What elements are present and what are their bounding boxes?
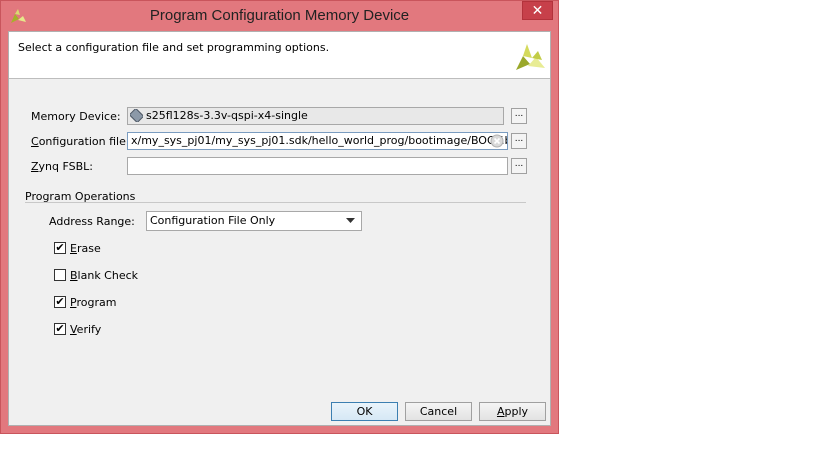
blank-check-label: Blank Check bbox=[70, 269, 139, 282]
triangle-down-icon bbox=[346, 218, 355, 223]
close-button[interactable]: ✕ bbox=[522, 1, 553, 20]
address-range-label: Address Range: bbox=[49, 215, 135, 228]
blank-check-checkbox[interactable] bbox=[54, 269, 66, 281]
dialog-description: Select a configuration file and set prog… bbox=[18, 41, 330, 54]
address-range-select[interactable]: Configuration File Only bbox=[146, 211, 362, 231]
program-label: Program bbox=[70, 296, 117, 309]
apply-button[interactable]: Apply bbox=[479, 402, 546, 421]
zynq-fsbl-browse-button[interactable]: ... bbox=[511, 158, 527, 174]
memory-device-label: Memory Device: bbox=[31, 110, 121, 123]
ok-button[interactable]: OK bbox=[331, 402, 398, 421]
memory-device-browse-button[interactable]: ... bbox=[511, 108, 527, 124]
verify-label: Verify bbox=[70, 323, 102, 336]
memory-device-field: s25fl128s-3.3v-qspi-x4-single bbox=[127, 107, 504, 125]
dialog-header bbox=[9, 32, 550, 79]
clear-circle-icon[interactable] bbox=[490, 134, 504, 148]
section-divider bbox=[25, 202, 526, 203]
erase-label: Erase bbox=[70, 242, 101, 255]
cancel-button[interactable]: Cancel bbox=[405, 402, 472, 421]
chip-icon bbox=[130, 109, 143, 122]
config-file-label: Configuration file: bbox=[31, 135, 130, 148]
erase-checkbox[interactable]: ✔ bbox=[54, 242, 66, 254]
verify-checkbox[interactable]: ✔ bbox=[54, 323, 66, 335]
xilinx-logo-icon bbox=[516, 44, 545, 70]
config-file-input[interactable]: x/my_sys_pj01/my_sys_pj01.sdk/hello_worl… bbox=[127, 132, 508, 150]
program-checkbox[interactable]: ✔ bbox=[54, 296, 66, 308]
title-bar[interactable]: Program Configuration Memory Device ✕ bbox=[0, 0, 559, 31]
address-range-value: Configuration File Only bbox=[150, 214, 276, 227]
zynq-fsbl-input[interactable] bbox=[127, 157, 508, 175]
window-title: Program Configuration Memory Device bbox=[149, 7, 410, 24]
config-file-value: x/my_sys_pj01/my_sys_pj01.sdk/hello_worl… bbox=[131, 134, 508, 147]
zynq-fsbl-label: Zynq FSBL: bbox=[31, 160, 94, 173]
memory-device-value: s25fl128s-3.3v-qspi-x4-single bbox=[146, 109, 308, 122]
config-file-browse-button[interactable]: ... bbox=[511, 133, 527, 149]
